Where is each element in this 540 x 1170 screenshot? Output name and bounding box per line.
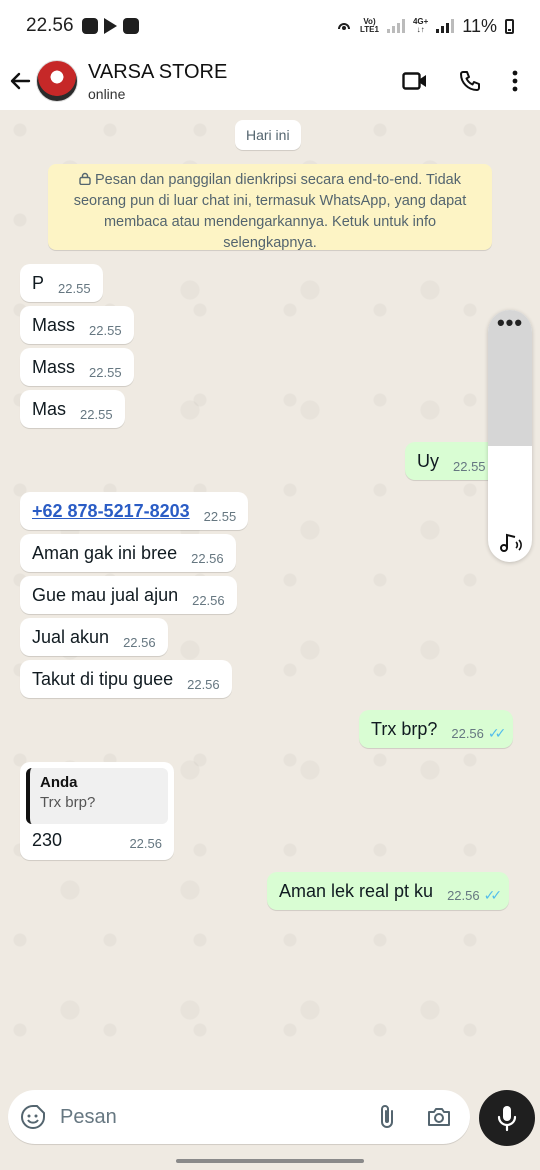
sticker-emoji-icon[interactable] bbox=[20, 1104, 46, 1130]
chat-header: VARSA STORE online bbox=[0, 52, 540, 110]
phone-number-link[interactable]: +62 878-5217-8203 bbox=[32, 499, 190, 523]
signal-icon bbox=[386, 19, 405, 33]
read-receipt-icon: ✓✓ bbox=[487, 725, 507, 741]
message-bubble[interactable]: Mas 22.55 bbox=[20, 390, 125, 428]
status-time: 22.56 bbox=[26, 15, 74, 36]
message-time: 22.56 bbox=[192, 593, 225, 608]
message-text: Gue mau jual ajun bbox=[32, 585, 179, 605]
microphone-icon bbox=[497, 1106, 517, 1132]
message-text: Jual akun bbox=[32, 627, 110, 647]
message-bubble[interactable]: Jual akun 22.56 bbox=[20, 618, 168, 656]
message-bubble[interactable]: Takut di tipu guee 22.56 bbox=[20, 660, 232, 698]
music-note-icon[interactable] bbox=[498, 532, 522, 554]
quoted-text: Trx brp? bbox=[40, 794, 96, 811]
message-text: Aman gak ini bree bbox=[32, 543, 178, 563]
message-input-bar[interactable]: Pesan bbox=[8, 1090, 470, 1144]
message-time: 22.55 bbox=[58, 281, 91, 296]
message-time: 22.55 bbox=[89, 323, 122, 338]
message-time: 22.56 bbox=[129, 836, 162, 851]
floating-side-panel[interactable]: ••• bbox=[488, 310, 532, 562]
message-time: 22.56 bbox=[187, 677, 220, 692]
message-text: Uy bbox=[417, 451, 439, 471]
signal-icon-2 bbox=[436, 19, 455, 33]
chat-area[interactable]: Hari ini Pesan dan panggilan dienkripsi … bbox=[0, 110, 540, 1090]
navigation-bar bbox=[0, 1148, 540, 1170]
microphone-button[interactable] bbox=[479, 1090, 535, 1146]
message-text: Mass bbox=[32, 315, 76, 335]
hotspot-icon bbox=[337, 23, 350, 30]
message-time: 22.56 bbox=[447, 888, 480, 903]
more-options-icon[interactable] bbox=[512, 70, 518, 92]
message-text: Aman lek real pt ku bbox=[279, 881, 434, 901]
message-bubble[interactable]: Aman gak ini bree 22.56 bbox=[20, 534, 236, 572]
back-arrow-icon[interactable] bbox=[8, 61, 32, 101]
avatar[interactable] bbox=[36, 60, 78, 102]
message-time: 22.56 bbox=[123, 635, 156, 650]
message-time: 22.55 bbox=[453, 459, 486, 474]
lock-icon bbox=[79, 172, 91, 186]
status-bar: 22.56 Vo) LTE1 4G+ ↓↑ 11% bbox=[0, 0, 540, 52]
video-call-icon[interactable] bbox=[402, 71, 428, 91]
reply-message-bubble[interactable]: Anda Trx brp? 230 22.56 bbox=[20, 762, 174, 860]
message-bubble-outgoing[interactable]: Trx brp? 22.56 ✓✓ bbox=[359, 710, 514, 748]
network-type-indicator: 4G+ ↓↑ bbox=[412, 17, 429, 34]
contact-status: online bbox=[88, 85, 126, 102]
read-receipt-icon: ✓✓ bbox=[483, 887, 503, 903]
contact-info[interactable]: VARSA STORE online bbox=[88, 61, 227, 102]
message-text: Mas bbox=[32, 399, 67, 419]
date-chip: Hari ini bbox=[235, 120, 301, 150]
camera-icon[interactable] bbox=[426, 1106, 452, 1128]
message-bubble-outgoing[interactable]: Aman lek real pt ku 22.56 ✓✓ bbox=[267, 872, 510, 910]
home-gesture-handle[interactable] bbox=[176, 1159, 364, 1163]
attach-icon[interactable] bbox=[378, 1104, 396, 1130]
play-store-icon bbox=[103, 18, 117, 34]
message-bubble[interactable]: Mass 22.55 bbox=[20, 348, 134, 386]
encryption-notice[interactable]: Pesan dan panggilan dienkripsi secara en… bbox=[48, 164, 492, 251]
app-notification-icon-2 bbox=[122, 18, 139, 34]
quoted-message[interactable]: Anda Trx brp? bbox=[26, 768, 168, 824]
app-notification-icon bbox=[81, 18, 98, 34]
message-bubble[interactable]: Mass 22.55 bbox=[20, 306, 134, 344]
message-time: 22.55 bbox=[89, 365, 122, 380]
message-bubble[interactable]: +62 878-5217-8203 22.55 bbox=[20, 492, 249, 530]
encryption-text: Pesan dan panggilan dienkripsi secara en… bbox=[73, 172, 467, 251]
panel-more-icon[interactable]: ••• bbox=[488, 310, 532, 446]
contact-name: VARSA STORE bbox=[88, 60, 228, 83]
message-input[interactable]: Pesan bbox=[60, 1106, 378, 1129]
message-time: 22.55 bbox=[203, 509, 237, 524]
message-time: 22.56 bbox=[451, 726, 484, 741]
quoted-sender: Anda bbox=[40, 774, 78, 791]
message-text: Trx brp? bbox=[371, 719, 438, 739]
voice-call-icon[interactable] bbox=[458, 69, 482, 93]
message-text: Mass bbox=[32, 357, 76, 377]
message-bubble[interactable]: P 22.55 bbox=[20, 264, 103, 302]
battery-icon bbox=[505, 18, 514, 34]
battery-percent: 11% bbox=[462, 15, 497, 36]
message-time: 22.55 bbox=[80, 407, 113, 422]
message-bubble-outgoing[interactable]: Uy 22.55 bbox=[405, 442, 498, 480]
message-bubble[interactable]: Gue mau jual ajun 22.56 bbox=[20, 576, 237, 614]
message-text: 230 bbox=[32, 830, 63, 850]
message-time: 22.56 bbox=[191, 551, 224, 566]
volte-indicator: Vo) LTE1 bbox=[359, 17, 379, 34]
message-text: P bbox=[32, 273, 45, 293]
message-text: Takut di tipu guee bbox=[32, 669, 174, 689]
